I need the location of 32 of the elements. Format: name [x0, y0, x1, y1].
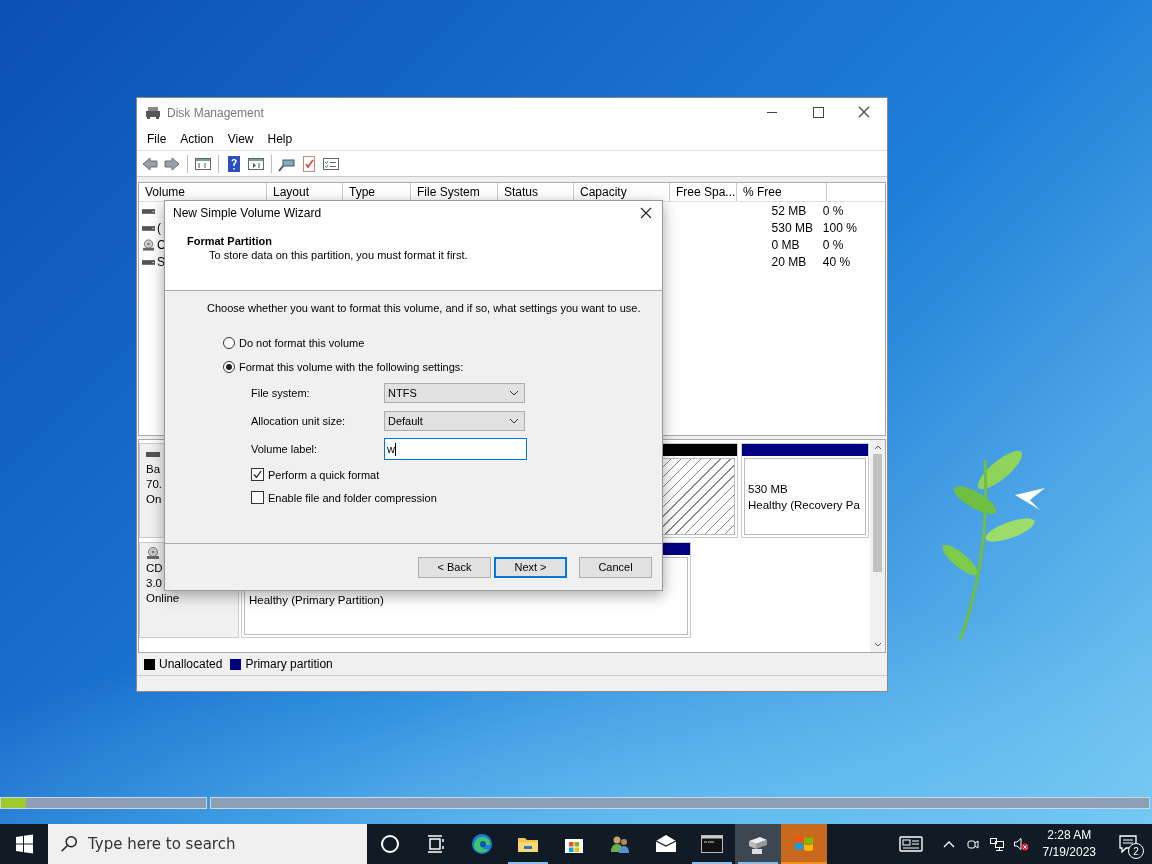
field-label: Volume label: [251, 443, 319, 455]
table-cell: S [157, 254, 165, 269]
clock-date: 7/19/2023 [1042, 844, 1096, 861]
table-cell-text: 20 MB [770, 254, 808, 269]
legend-label: Unallocated [159, 657, 223, 671]
table-cell-text: 40 % [821, 254, 852, 269]
table-cell-text: 0 % [821, 237, 845, 252]
wizard-subheading: To store data on this partition, you must format it first. [209, 249, 469, 261]
table-cell: ( [157, 220, 161, 235]
table-cell-text: 0 MB [770, 237, 801, 252]
partition-info: Healthy (Primary Partition) [249, 593, 385, 608]
table-cell-text: 52 MB [770, 203, 808, 218]
disk-info: Online [146, 591, 181, 606]
wizard-heading: Format Partition [187, 235, 273, 247]
disk-info: 70. [146, 477, 163, 492]
partition-info: Healthy (Recovery Pa [748, 498, 861, 513]
field-label: Allocation unit size: [251, 415, 347, 427]
table-cell-text: 100 % [821, 220, 858, 235]
disk-info: On [146, 492, 163, 507]
partition-info: 530 MB [748, 482, 789, 497]
dialog-title: New Simple Volume Wizard [173, 206, 322, 220]
clock-time: 2:28 AM [1047, 827, 1092, 844]
notification-count: 2 [1128, 843, 1144, 859]
instruction-text: Choose whether you want to format this volume, and if so, what settings you want to use. [207, 302, 642, 314]
disk-info: CD [146, 561, 164, 576]
disk-info: 3.0 [146, 576, 163, 591]
table-cell-text: 530 MB [770, 220, 814, 235]
disk-info: Ba [146, 462, 162, 477]
legend-label: Primary partition [245, 657, 333, 671]
window-title: Disk Management [167, 106, 264, 120]
field-label: File system: [251, 387, 311, 399]
table-cell-text: 0 % [821, 203, 845, 218]
